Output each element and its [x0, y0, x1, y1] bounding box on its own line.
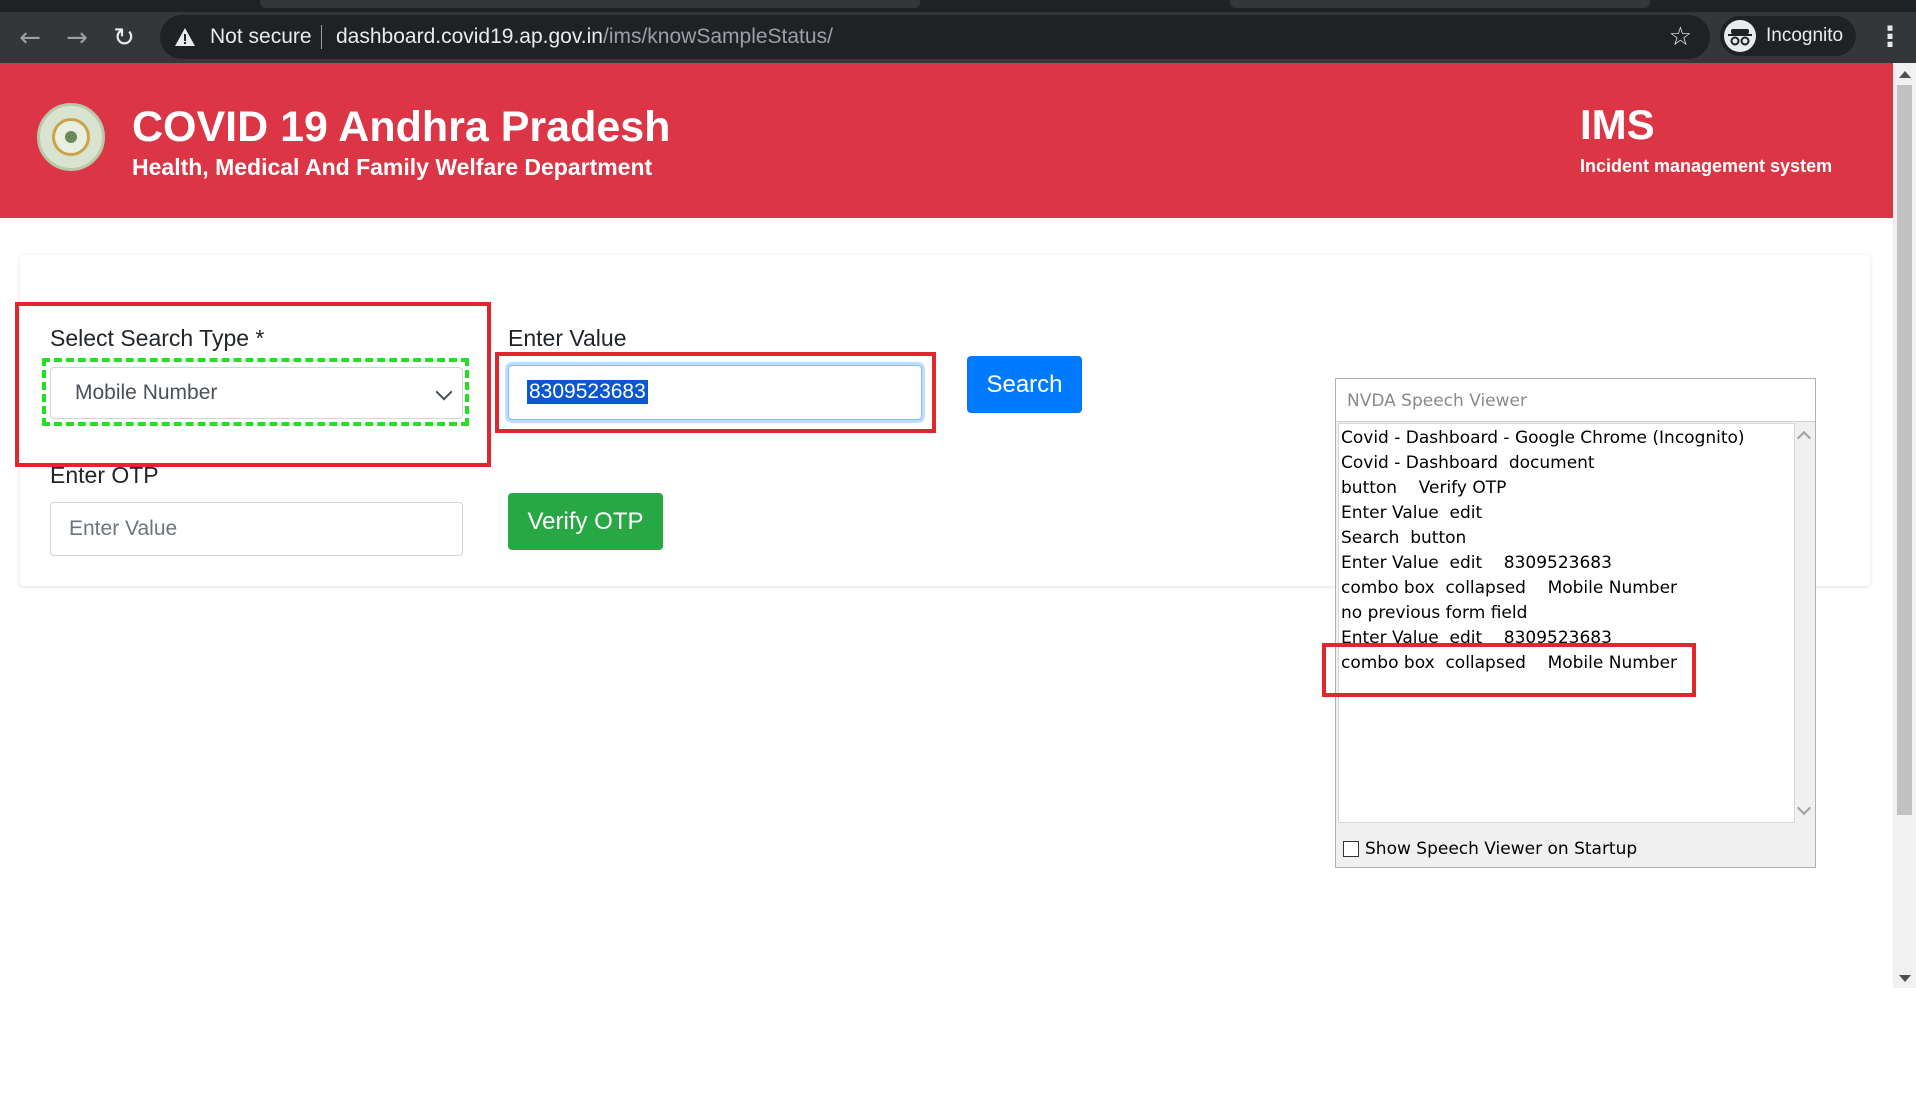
- url-host: dashboard.covid19.ap.gov.in: [336, 25, 603, 48]
- ims-brand: IMS: [1580, 101, 1655, 148]
- url-text[interactable]: dashboard.covid19.ap.gov.in/ims/knowSamp…: [336, 25, 833, 49]
- warning-icon[interactable]: [174, 26, 196, 48]
- browser-tab[interactable]: [1230, 0, 1650, 8]
- menu-kebab-icon[interactable]: ⋮: [1876, 20, 1904, 56]
- nvda-title: NVDA Speech Viewer: [1347, 391, 1527, 411]
- omnibox-divider: [321, 25, 322, 49]
- forward-icon[interactable]: →: [59, 20, 95, 56]
- nvda-log-line: Enter Value edit: [1341, 503, 1483, 523]
- otp-placeholder: Enter Value: [69, 517, 178, 540]
- nvda-speech-log[interactable]: Covid - Dashboard - Google Chrome (Incog…: [1338, 423, 1795, 823]
- incognito-profile-button[interactable]: Incognito: [1720, 16, 1856, 56]
- nvda-scrollbar[interactable]: [1795, 423, 1813, 823]
- search-button[interactable]: Search: [967, 356, 1082, 413]
- tab-strip: [0, 0, 1916, 12]
- annotation-box-value-input: [495, 352, 936, 433]
- page-scrollbar[interactable]: [1893, 63, 1916, 988]
- back-icon[interactable]: ←: [12, 20, 48, 56]
- scroll-up-arrow-icon[interactable]: [1899, 71, 1911, 78]
- nvda-log-line: Covid - Dashboard document: [1341, 453, 1595, 473]
- nvda-log-line: Enter Value edit 8309523683: [1341, 553, 1612, 573]
- bookmark-star-icon[interactable]: ☆: [1669, 22, 1692, 52]
- address-bar[interactable]: Not secure dashboard.covid19.ap.gov.in/i…: [160, 15, 1710, 59]
- page-title: COVID 19 Andhra Pradesh: [132, 103, 671, 151]
- scroll-up-icon[interactable]: [1796, 430, 1812, 446]
- nvda-log-line: combo box collapsed Mobile Number: [1341, 578, 1678, 598]
- scroll-down-icon[interactable]: [1796, 800, 1812, 816]
- security-status[interactable]: Not secure: [210, 25, 312, 49]
- nvda-log-line: Search button: [1341, 528, 1467, 548]
- url-path: /ims/knowSampleStatus/: [602, 25, 833, 48]
- nvda-log-line: button Verify OTP: [1341, 478, 1507, 498]
- enter-value-label: Enter Value: [508, 325, 627, 351]
- incognito-icon: [1724, 20, 1756, 52]
- startup-checkbox-label: Show Speech Viewer on Startup: [1365, 839, 1638, 859]
- scroll-down-arrow-icon[interactable]: [1899, 975, 1911, 982]
- ims-brand-subtitle: Incident management system: [1580, 156, 1833, 176]
- nvda-title-bar: NVDA Speech Viewer: [1336, 379, 1815, 422]
- page-header: COVID 19 Andhra Pradesh Health, Medical …: [0, 63, 1893, 218]
- scrollbar-thumb[interactable]: [1897, 85, 1912, 815]
- startup-checkbox[interactable]: [1343, 841, 1359, 857]
- department-subtitle: Health, Medical And Family Welfare Depar…: [132, 154, 653, 180]
- browser-tab[interactable]: [260, 0, 920, 8]
- annotation-box-speech-line: [1322, 643, 1696, 697]
- nvda-log-line: no previous form field: [1341, 603, 1528, 623]
- nvda-speech-viewer: NVDA Speech Viewer Covid - Dashboard - G…: [1335, 378, 1816, 868]
- otp-input[interactable]: Enter Value: [50, 502, 463, 556]
- state-emblem-logo: [37, 103, 105, 171]
- incognito-label: Incognito: [1766, 25, 1844, 46]
- browser-toolbar: ← → ↻ Not secure dashboard.covid19.ap.go…: [0, 12, 1916, 63]
- verify-otp-button[interactable]: Verify OTP: [508, 493, 663, 550]
- reload-icon[interactable]: ↻: [106, 20, 142, 56]
- annotation-box-search-type: [15, 302, 491, 467]
- nvda-log-line: Covid - Dashboard - Google Chrome (Incog…: [1341, 428, 1745, 448]
